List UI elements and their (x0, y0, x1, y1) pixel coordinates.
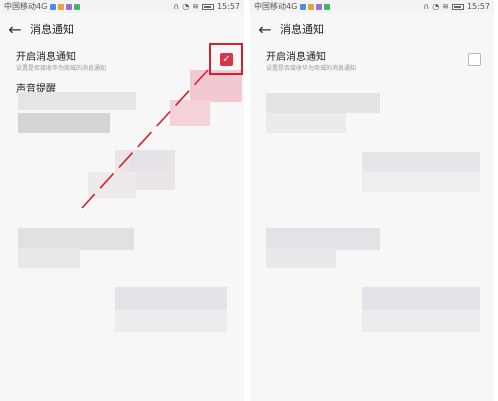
status-time: 15:57 (466, 2, 490, 11)
blurred-region (362, 172, 480, 192)
wifi-icon: ≋ (442, 1, 449, 11)
status-bar: 中国移动4G ∩ ◔ ≋ 15:57 (250, 0, 494, 13)
notify-setting-title: 开启消息通知 (266, 52, 326, 63)
notify-setting-description: 设置是否接收华为商城的消息通知 (266, 65, 357, 72)
app-notification-icon (316, 3, 323, 10)
phone-screen-before: 中国移动4G ∩ ◔ ≋ 15:57 ← 消息通知 开启消息通知 设置是否接收华… (0, 0, 244, 401)
status-right: ∩ ◔ ≋ 15:57 (423, 2, 490, 11)
alarm-icon: ◔ (432, 1, 440, 11)
blurred-region (266, 248, 336, 268)
notify-checkbox-unchecked[interactable] (468, 53, 481, 66)
phone-screen-after: 中国移动4G ∩ ◔ ≋ 15:57 ← 消息通知 开启消息通知 设置是否接收华… (250, 0, 494, 401)
app-notification-icon (324, 3, 331, 10)
blurred-region (362, 152, 480, 174)
battery-icon (451, 3, 464, 10)
page-title: 消息通知 (280, 23, 324, 36)
notification-icons (300, 3, 331, 10)
headphone-icon: ∩ (423, 1, 430, 11)
back-arrow-icon[interactable]: ← (250, 13, 280, 45)
blurred-region (362, 310, 480, 332)
dashed-arrow-icon (81, 69, 209, 209)
blurred-region (266, 113, 346, 133)
app-notification-icon (308, 3, 315, 10)
app-notification-icon (300, 3, 307, 10)
blurred-region (362, 287, 480, 311)
blurred-region (266, 93, 380, 113)
blurred-region (266, 228, 380, 250)
carrier-label: 中国移动4G (254, 2, 298, 11)
notify-checkbox-checked[interactable]: ✓ (220, 53, 233, 66)
app-bar: ← 消息通知 (250, 13, 494, 45)
